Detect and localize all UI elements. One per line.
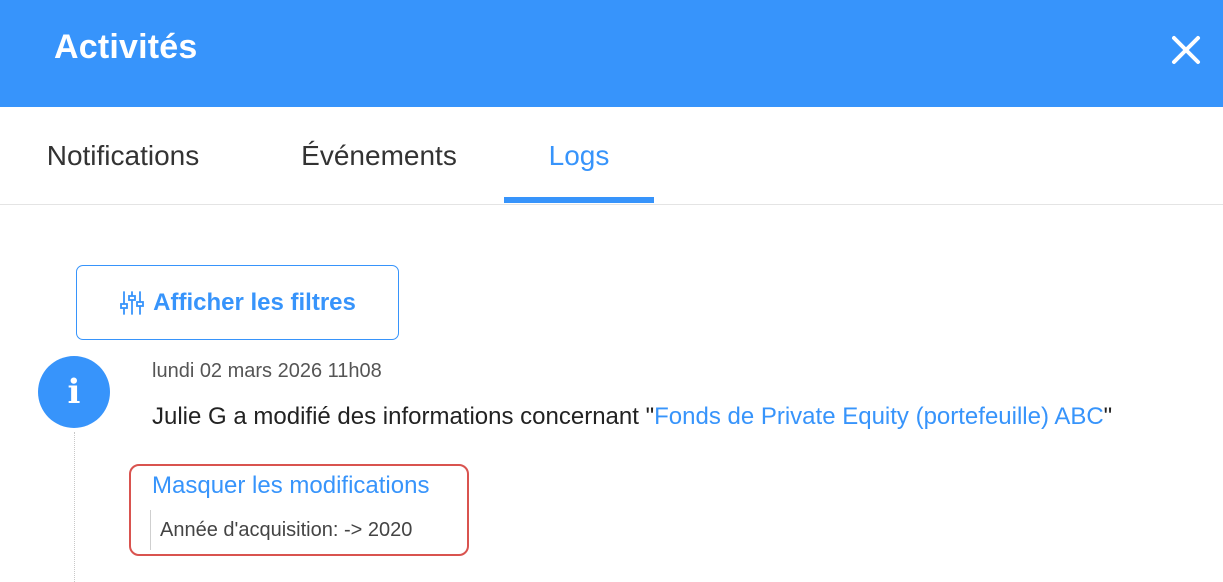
tab-notifications[interactable]: Notifications: [20, 107, 226, 205]
log-timestamp: lundi 02 mars 2026 11h08: [152, 360, 382, 382]
log-message: Julie G a modifié des informations conce…: [152, 398, 1142, 435]
log-message-suffix: ": [1103, 403, 1113, 430]
hide-changes-link[interactable]: Masquer les modifications: [152, 472, 429, 500]
show-filters-label: Afficher les filtres: [153, 288, 356, 316]
show-filters-button[interactable]: Afficher les filtres: [76, 265, 399, 340]
tab-evenements[interactable]: Événements: [280, 107, 478, 205]
active-tab-indicator: [504, 197, 654, 203]
close-icon[interactable]: [1166, 30, 1206, 70]
tab-logs[interactable]: Logs: [504, 107, 654, 205]
info-icon: i: [38, 356, 110, 428]
tab-bar: Notifications Événements Logs: [0, 107, 1223, 205]
fund-link[interactable]: Fonds de Private Equity (portefeuille) A…: [654, 403, 1104, 430]
log-message-prefix: Julie G a modifié des informations conce…: [152, 403, 655, 430]
modal-header: Activités: [0, 0, 1223, 107]
modal-title: Activités: [54, 28, 198, 66]
logs-panel: Afficher les filtres i lundi 02 mars 202…: [0, 206, 1223, 582]
change-detail: Année d'acquisition: -> 2020: [150, 510, 412, 550]
close-button[interactable]: [1166, 30, 1206, 70]
sliders-icon: [120, 290, 145, 315]
timeline-connector: [74, 432, 75, 582]
